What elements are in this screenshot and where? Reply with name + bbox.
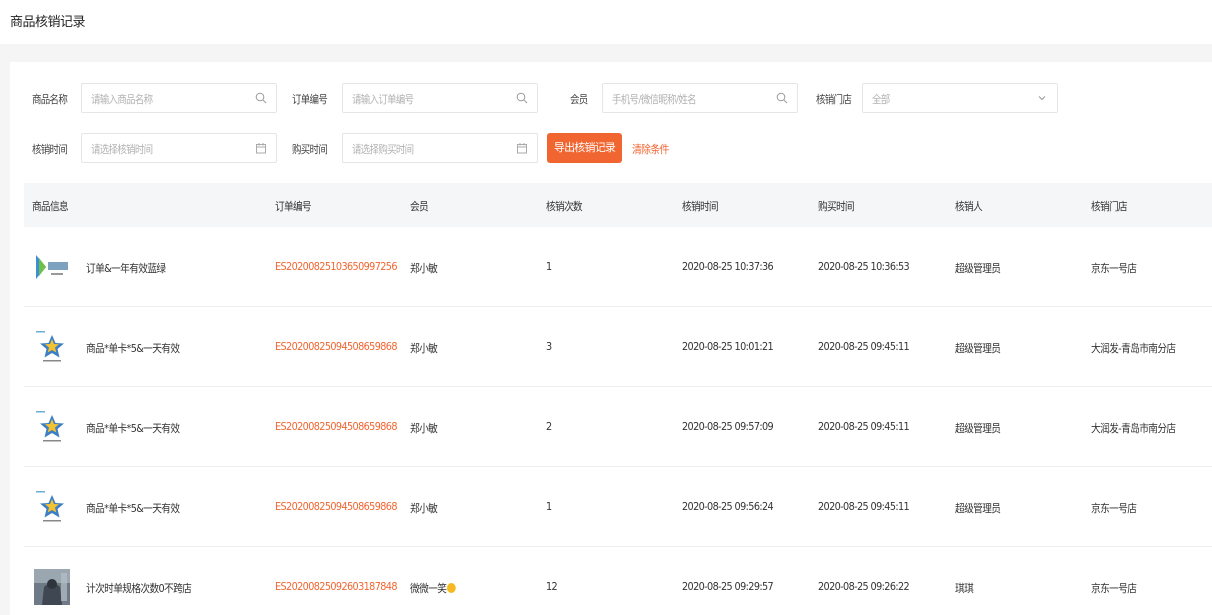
chevron-down-icon: [1038, 96, 1046, 101]
product-star-thumb: [34, 409, 70, 445]
verify-count: 12: [546, 580, 558, 593]
product-name: 商品*单卡*5&一天有效: [86, 422, 180, 435]
purchase-time-picker[interactable]: 请选择购买时间: [342, 133, 538, 163]
records-table: 商品信息 订单编号 会员 核销次数 核销时间 购买时间 核销人 核销门店 订单&…: [24, 183, 1212, 615]
product-star-thumb: [34, 489, 70, 525]
column-header: 核销时间: [682, 200, 719, 213]
page-title: 商品核销记录: [10, 15, 86, 30]
member-name: 郑小敏: [410, 422, 438, 435]
member-name: 郑小敏: [410, 502, 438, 515]
member-input[interactable]: 手机号/微信昵称/姓名: [602, 83, 798, 113]
member-name: 微微一笑: [410, 582, 447, 595]
operator: 超级管理员: [955, 422, 1001, 435]
operator: 超级管理员: [955, 262, 1001, 275]
table-row: 商品*单卡*5&一天有效 ES20200825094508659868 郑小敏 …: [24, 387, 1212, 467]
verify-time: 2020-08-25 10:01:21: [682, 340, 774, 353]
store-name: 大润发-青岛市南分店: [1091, 342, 1176, 355]
purchase-time: 2020-08-25 09:45:11: [818, 500, 910, 513]
table-row: 计次时单规格次数0不跨店 ES20200825092603187848 微微一笑…: [24, 547, 1212, 615]
column-header: 订单编号: [275, 200, 312, 213]
store-name: 大润发-青岛市南分店: [1091, 422, 1176, 435]
search-icon[interactable]: [516, 92, 528, 104]
purchase-time: 2020-08-25 09:45:11: [818, 340, 910, 353]
column-header: 核销门店: [1091, 200, 1128, 213]
table-header: 商品信息 订单编号 会员 核销次数 核销时间 购买时间 核销人 核销门店: [24, 183, 1212, 227]
verify-time-picker[interactable]: 请选择核销时间: [81, 133, 277, 163]
store-select-value: 全部: [872, 93, 890, 106]
calendar-icon[interactable]: [255, 142, 267, 154]
purchase-time: 2020-08-25 09:45:11: [818, 420, 910, 433]
order-number-link[interactable]: ES20200825092603187848: [275, 580, 398, 593]
member-label: 会员: [570, 93, 588, 106]
verify-time: 2020-08-25 09:29:57: [682, 580, 774, 593]
product-name-placeholder: 请输入商品名称: [91, 93, 153, 106]
order-number-link[interactable]: ES20200825103650997256: [275, 260, 398, 273]
product-name: 计次时单规格次数0不跨店: [86, 582, 192, 595]
verify-time-placeholder: 请选择核销时间: [91, 143, 153, 156]
table-row: 订单&一年有效蓝绿 ES20200825103650997256 郑小敏 1 2…: [24, 227, 1212, 307]
product-name: 订单&一年有效蓝绿: [86, 262, 166, 275]
verify-count: 1: [546, 260, 552, 273]
order-no-label: 订单编号: [292, 93, 328, 106]
member-name: 郑小敏: [410, 262, 438, 275]
column-header: 会员: [410, 200, 429, 213]
verify-time-label: 核销时间: [32, 143, 68, 156]
smile-emoji-icon: [447, 583, 456, 593]
verify-count: 2: [546, 420, 552, 433]
product-logo-thumb: [34, 249, 70, 285]
export-records-button[interactable]: 导出核销记录: [547, 133, 622, 163]
verify-time: 2020-08-25 09:57:09: [682, 420, 774, 433]
column-header: 核销次数: [546, 200, 583, 213]
order-number-link[interactable]: ES20200825094508659868: [275, 340, 398, 353]
product-name-input[interactable]: 请输入商品名称: [81, 83, 277, 113]
order-no-input[interactable]: 请输入订单编号: [342, 83, 538, 113]
clear-filters-link[interactable]: 清除条件: [632, 141, 669, 157]
column-header: 核销人: [955, 200, 983, 213]
purchase-time-label: 购买时间: [292, 143, 328, 156]
table-row: 商品*单卡*5&一天有效 ES20200825094508659868 郑小敏 …: [24, 307, 1212, 387]
calendar-icon[interactable]: [516, 142, 528, 154]
order-no-placeholder: 请输入订单编号: [352, 93, 414, 106]
verify-time: 2020-08-25 09:56:24: [682, 500, 774, 513]
purchase-time-placeholder: 请选择购买时间: [352, 143, 414, 156]
purchase-time: 2020-08-25 10:36:53: [818, 260, 910, 273]
store-name: 京东一号店: [1091, 502, 1137, 515]
verify-count: 3: [546, 340, 552, 353]
search-icon[interactable]: [776, 92, 788, 104]
verify-time: 2020-08-25 10:37:36: [682, 260, 774, 273]
product-photo-thumb: [34, 569, 70, 605]
product-name-label: 商品名称: [32, 93, 68, 106]
purchase-time: 2020-08-25 09:26:22: [818, 580, 910, 593]
page-header: 商品核销记录: [0, 0, 1212, 44]
product-star-thumb: [34, 329, 70, 365]
member-placeholder: 手机号/微信昵称/姓名: [612, 93, 697, 106]
column-header: 商品信息: [32, 200, 69, 213]
store-name: 京东一号店: [1091, 582, 1137, 595]
order-number-link[interactable]: ES20200825094508659868: [275, 420, 398, 433]
product-name: 商品*单卡*5&一天有效: [86, 502, 180, 515]
search-icon[interactable]: [255, 92, 267, 104]
operator: 超级管理员: [955, 502, 1001, 515]
verify-count: 1: [546, 500, 552, 513]
product-name: 商品*单卡*5&一天有效: [86, 342, 180, 355]
store-label: 核销门店: [816, 93, 852, 106]
table-row: 商品*单卡*5&一天有效 ES20200825094508659868 郑小敏 …: [24, 467, 1212, 547]
column-header: 购买时间: [818, 200, 855, 213]
member-cell: 微微一笑: [410, 580, 456, 596]
store-name: 京东一号店: [1091, 262, 1137, 275]
store-select[interactable]: 全部: [862, 83, 1058, 113]
operator: 琪琪: [955, 582, 974, 595]
member-name: 郑小敏: [410, 342, 438, 355]
content-panel: 商品名称 请输入商品名称 订单编号 请输入订单编号 会员 手机号/微信昵称/姓名…: [10, 62, 1212, 615]
order-number-link[interactable]: ES20200825094508659868: [275, 500, 398, 513]
operator: 超级管理员: [955, 342, 1001, 355]
